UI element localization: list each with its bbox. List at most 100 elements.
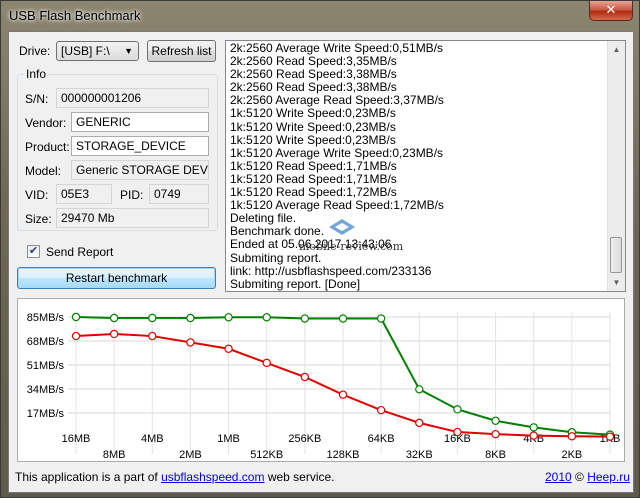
scroll-up-icon[interactable]: ▲	[608, 41, 625, 58]
footer-suffix: web service.	[264, 470, 335, 484]
data-point	[453, 405, 462, 414]
mobile-review-logo-icon	[329, 219, 355, 235]
data-point	[224, 313, 233, 322]
log-line: Ended at 05.06.2017 13:43:06	[230, 237, 392, 252]
size-label: Size:	[25, 212, 52, 226]
data-point	[491, 416, 500, 425]
x-tick-label: 8MB	[103, 449, 126, 461]
y-tick-label: 51MB/s	[27, 360, 65, 372]
vendor-field[interactable]: GENERIC	[71, 112, 209, 132]
x-tick-label: 32KB	[406, 449, 433, 461]
sn-field: 000000001206	[56, 88, 209, 108]
drive-select[interactable]: [USB] F:\ ▼	[56, 41, 139, 61]
product-field[interactable]: STORAGE_DEVICE	[71, 136, 209, 156]
log-line: 1k:5120 Average Write Speed:0,23MB/s	[230, 145, 444, 160]
pid-field: 0749	[149, 184, 209, 204]
send-report-label[interactable]: Send Report	[46, 245, 113, 259]
drive-select-value: [USB] F:\	[61, 44, 110, 58]
data-point	[300, 372, 310, 382]
data-point	[376, 314, 386, 323]
data-point	[338, 314, 348, 323]
data-point	[300, 314, 310, 323]
log-line: Submiting report. [Done]	[230, 276, 361, 291]
model-field: Generic STORAGE DEVICE	[71, 160, 209, 180]
watermark-text: mobile-review.com	[299, 240, 404, 253]
client-area: Drive: [USB] F:\ ▼ Refresh list Info S/N…	[8, 31, 634, 493]
heep-link[interactable]: Heep.ru	[587, 470, 630, 484]
footer-copyright: 2010 © Heep.ru	[545, 470, 630, 484]
data-point	[453, 427, 462, 437]
log-scrollbar[interactable]: ▲ ▼	[607, 41, 625, 291]
y-tick-label: 34MB/s	[27, 384, 65, 396]
data-point	[415, 418, 424, 428]
year-link[interactable]: 2010	[545, 470, 572, 484]
info-group-label: Info	[24, 67, 49, 81]
x-tick-label: 128KB	[326, 449, 359, 461]
data-point	[148, 313, 157, 323]
speed-chart-svg: 85MB/s 68MB/s 51MB/s 34MB/s 17MB/s 16MB 8MB 4MB…	[27, 312, 620, 461]
title-bar[interactable]: USB Flash Benchmark ✕	[1, 1, 639, 31]
drive-label: Drive:	[19, 44, 51, 58]
data-point	[567, 432, 577, 441]
log-line: 1k:5120 Write Speed:0,23MB/s	[230, 106, 396, 121]
data-point	[109, 313, 119, 323]
data-point	[529, 423, 538, 432]
x-tick-label: 4MB	[141, 433, 164, 445]
usbflashspeed-link[interactable]: usbflashspeed.com	[161, 470, 264, 484]
log-line: link: http://usbflashspeed.com/233136	[230, 263, 432, 278]
log-line: 1k:5120 Read Speed:1,71MB/s	[230, 158, 397, 173]
data-point	[376, 405, 386, 415]
y-tick-label: 17MB/s	[27, 408, 65, 420]
size-field: 29470 Mb	[56, 208, 209, 228]
data-point	[415, 385, 424, 394]
app-window: USB Flash Benchmark ✕ Drive: [USB] F:\ ▼…	[0, 0, 640, 498]
data-point	[338, 390, 348, 399]
vendor-label: Vendor:	[25, 116, 67, 130]
scroll-thumb[interactable]	[610, 237, 622, 273]
footer-text: This application is a part of usbflashsp…	[15, 470, 335, 484]
data-point	[186, 338, 195, 347]
x-tick-label: 2MB	[179, 449, 202, 461]
checkmark-icon: ✔	[28, 245, 39, 257]
chevron-down-icon: ▼	[124, 46, 133, 56]
data-point	[262, 313, 271, 322]
x-tick-label: 2KB	[561, 449, 582, 461]
log-line: Submiting report.	[230, 250, 322, 265]
y-tick-label: 85MB/s	[27, 312, 65, 324]
y-tick-label: 68MB/s	[27, 336, 65, 348]
window-title: USB Flash Benchmark	[9, 8, 141, 23]
data-point	[186, 313, 195, 323]
model-label: Model:	[25, 164, 62, 178]
refresh-list-button[interactable]: Refresh list	[147, 40, 216, 62]
data-point	[529, 431, 538, 440]
data-point	[262, 358, 271, 368]
copyright-symbol: ©	[571, 470, 588, 484]
log-line: 1k:5120 Write Speed:0,23MB/s	[230, 119, 396, 134]
log-line: 1k:5120 Write Speed:0,23MB/s	[230, 132, 396, 147]
x-tick-label: 1MB	[217, 433, 240, 445]
footer-prefix: This application is a part of	[15, 470, 162, 484]
vid-field: 05E3	[56, 184, 112, 204]
x-tick-label: 512KB	[250, 449, 283, 461]
speed-chart: 85MB/s 68MB/s 51MB/s 34MB/s 17MB/s 16MB 8MB 4MB…	[17, 298, 625, 462]
data-point	[71, 331, 81, 341]
send-report-checkbox[interactable]: ✔	[27, 245, 40, 258]
data-point	[605, 432, 615, 441]
log-lines: 2k:2560 Average Write Speed:0,51MB/s 2k:2…	[230, 41, 610, 291]
data-point	[71, 312, 81, 322]
product-label: Product:	[25, 140, 70, 154]
x-tick-label: 16MB	[62, 433, 91, 445]
sn-label: S/N:	[25, 92, 49, 106]
x-tick-label: 256KB	[288, 433, 321, 445]
scroll-down-icon[interactable]: ▼	[608, 274, 625, 291]
x-tick-label: 8KB	[485, 449, 506, 461]
restart-benchmark-button[interactable]: Restart benchmark	[17, 267, 216, 289]
data-point	[224, 344, 233, 353]
pid-label: PID:	[120, 188, 144, 202]
data-point	[491, 429, 500, 439]
close-button[interactable]: ✕	[589, 1, 633, 21]
data-point	[148, 331, 157, 341]
data-point	[109, 329, 119, 339]
vid-label: VID:	[25, 188, 49, 202]
log-textbox[interactable]: 2k:2560 Average Write Speed:0,51MB/s 2k:2…	[225, 40, 626, 292]
